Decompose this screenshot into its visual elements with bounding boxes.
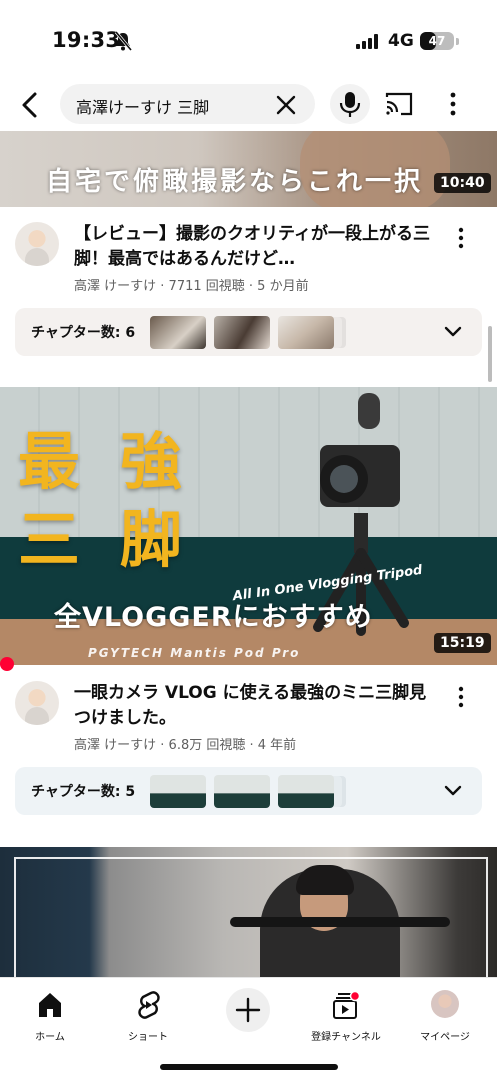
video-subtitle: 高澤 けーすけ · 7711 回視聴 · 5 か月前 — [74, 279, 309, 294]
chapters-count: チャプター数: 6 — [31, 325, 136, 341]
status-time: 19:33 — [52, 28, 121, 52]
video-menu-icon[interactable] — [454, 685, 468, 709]
home-indicator — [160, 1064, 338, 1070]
view-count: 7711 回視聴 — [168, 279, 245, 294]
thumbnail-brand: PGYTECH Mantis Pod Pro — [88, 646, 301, 660]
status-bar: 19:33 4G 47 — [0, 0, 497, 80]
mic-icon — [339, 92, 361, 117]
create-button[interactable] — [226, 988, 270, 1032]
search-query[interactable]: 高澤けーすけ 三脚 — [76, 94, 209, 118]
chapters-count: チャプター数: 5 — [31, 784, 136, 800]
shorts-icon — [138, 991, 160, 1019]
search-input[interactable]: 高澤けーすけ 三脚 — [60, 84, 315, 124]
chapter-thumbnail[interactable] — [214, 775, 270, 808]
avatar-icon — [431, 990, 459, 1018]
home-icon — [39, 993, 61, 1017]
bottom-nav: ホーム ショート 登録チャンネル マイページ — [0, 977, 497, 1080]
chapter-thumbnail[interactable] — [278, 775, 334, 808]
thumbnail-big-char: 最 — [18, 425, 81, 498]
thumbnail-headline: 全VLOGGERにおすすめ — [54, 602, 373, 633]
channel-name: 高澤 けーすけ — [74, 279, 157, 294]
channel-name: 高澤 けーすけ — [74, 738, 157, 753]
signal-icon — [356, 34, 380, 49]
view-count: 6.8万 回視聴 — [168, 738, 246, 753]
upload-age: 5 か月前 — [257, 279, 309, 294]
video-meta: 一眼カメラ VLOG に使える最強のミニ三脚見つけました。 高澤 けーすけ · … — [0, 681, 497, 761]
nav-home[interactable]: ホーム — [5, 986, 95, 1046]
create-icon — [235, 997, 261, 1023]
chapter-thumbnail[interactable] — [214, 316, 270, 349]
video-title[interactable]: 一眼カメラ VLOG に使える最強のミニ三脚見つけました。 — [74, 681, 434, 731]
search-header: 高澤けーすけ 三脚 — [0, 80, 497, 130]
video-meta: 【レビュー】撮影のクオリティが一段上がる三脚！最高ではあるんだけど… 高澤 けー… — [0, 222, 497, 302]
scrollbar[interactable] — [488, 326, 492, 382]
nav-label: ショート — [128, 1032, 168, 1043]
chapter-thumbnail[interactable] — [150, 316, 206, 349]
video-menu-icon[interactable] — [454, 226, 468, 250]
channel-avatar[interactable] — [15, 681, 59, 725]
video-thumbnail[interactable]: 自宅で俯瞰撮影ならこれ一択 10:40 — [0, 131, 497, 207]
thumbnail-big-char: 三 — [18, 503, 81, 576]
subscriptions-icon — [333, 990, 360, 1019]
battery-tip — [456, 38, 459, 45]
bell-off-icon — [114, 31, 132, 51]
chapters-strip[interactable]: チャプター数: 5 — [15, 767, 482, 815]
thumbnail-tripod — [230, 917, 450, 927]
thumbnail-big-char: 脚 — [120, 503, 183, 576]
video-thumbnail[interactable] — [0, 847, 497, 977]
playback-progress-dot — [0, 657, 14, 671]
more-vert-icon[interactable] — [444, 90, 462, 118]
nav-label: 登録チャンネル — [311, 1032, 381, 1043]
nav-you[interactable]: マイページ — [400, 986, 490, 1046]
cast-icon[interactable] — [384, 90, 414, 118]
channel-avatar[interactable] — [15, 222, 59, 266]
chapters-strip[interactable]: チャプター数: 6 — [15, 308, 482, 356]
thumbnail-person — [296, 865, 354, 895]
clear-icon[interactable] — [274, 93, 298, 117]
battery-icon: 47 — [420, 32, 454, 50]
nav-label: ホーム — [35, 1032, 65, 1043]
upload-age: 4 年前 — [257, 738, 297, 753]
chevron-down-icon[interactable] — [443, 323, 463, 341]
nav-label: マイページ — [420, 1032, 470, 1043]
nav-subscriptions[interactable]: 登録チャンネル — [301, 986, 391, 1046]
video-subtitle: 高澤 けーすけ · 6.8万 回視聴 · 4 年前 — [74, 738, 297, 753]
network-type: 4G — [388, 31, 414, 51]
chapter-thumbnail[interactable] — [278, 316, 334, 349]
chapter-thumbnail[interactable] — [150, 775, 206, 808]
nav-shorts[interactable]: ショート — [103, 986, 193, 1046]
duration-badge: 10:40 — [434, 173, 491, 193]
voice-search-button[interactable] — [330, 84, 370, 124]
back-arrow-icon[interactable] — [16, 88, 44, 122]
chevron-down-icon[interactable] — [443, 782, 463, 800]
thumbnail-caption: 自宅で俯瞰撮影ならこれ一択 — [46, 167, 424, 197]
battery-level: 47 — [428, 34, 446, 48]
thumbnail-big-char: 強 — [120, 425, 183, 498]
video-title[interactable]: 【レビュー】撮影のクオリティが一段上がる三脚！最高ではあるんだけど… — [74, 222, 434, 272]
duration-badge: 15:19 — [434, 633, 491, 653]
